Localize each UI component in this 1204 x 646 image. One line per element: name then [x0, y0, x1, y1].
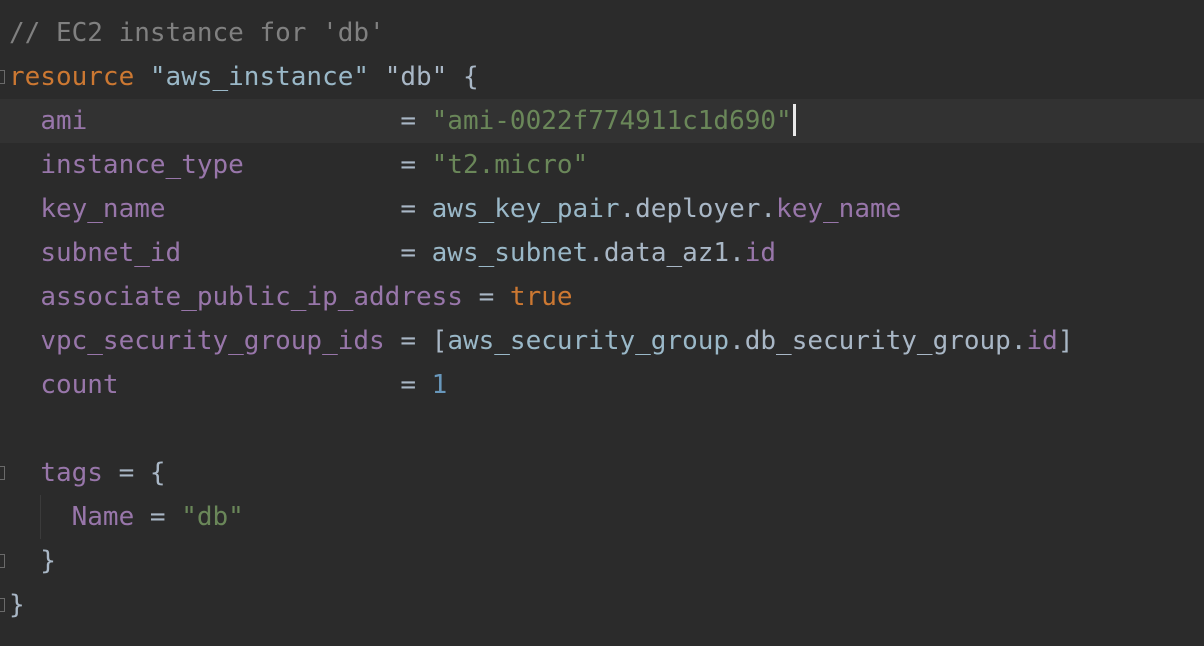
- code-token: id: [744, 238, 777, 268]
- code-token: .data_az1.: [588, 238, 745, 268]
- code-token: "t2.micro": [431, 150, 589, 180]
- code-line[interactable]: associate_public_ip_address = true: [0, 275, 1204, 319]
- indent-guide: [40, 495, 41, 539]
- code-token: =: [181, 238, 432, 268]
- code-line[interactable]: instance_type = "t2.micro": [0, 143, 1204, 187]
- code-token: =: [118, 370, 432, 400]
- code-token: associate_public_ip_address: [40, 282, 463, 312]
- code-line-text: resource "aws_instance" "db" {: [9, 55, 479, 99]
- code-token: aws_security_group: [447, 326, 730, 356]
- code-token: }: [9, 590, 25, 620]
- code-token: aws_subnet: [431, 238, 589, 268]
- code-line-text: vpc_security_group_ids = [aws_security_g…: [9, 319, 1073, 363]
- code-line[interactable]: // EC2 instance for 'db': [0, 11, 1204, 55]
- code-line-text: tags = {: [9, 451, 166, 495]
- code-token: =: [87, 106, 432, 136]
- code-token: // EC2 instance for 'db': [9, 18, 385, 48]
- code-token: =: [462, 282, 510, 312]
- code-token: }: [9, 546, 56, 576]
- code-token: =: [134, 502, 182, 532]
- code-line-text: ami = "ami-0022f774911c1d690": [9, 99, 796, 143]
- code-line[interactable]: vpc_security_group_ids = [aws_security_g…: [0, 319, 1204, 363]
- code-line-text: associate_public_ip_address = true: [9, 275, 573, 319]
- code-token: .db_security_group.: [729, 326, 1027, 356]
- code-line-text: subnet_id = aws_subnet.data_az1.id: [9, 231, 776, 275]
- code-line[interactable]: }: [0, 583, 1204, 627]
- code-line[interactable]: [0, 407, 1204, 451]
- fold-marker-icon[interactable]: [0, 598, 5, 612]
- code-line-text: instance_type = "t2.micro": [9, 143, 588, 187]
- code-line[interactable]: resource "aws_instance" "db" {: [0, 55, 1204, 99]
- code-line[interactable]: tags = {: [0, 451, 1204, 495]
- fold-marker-icon[interactable]: [0, 70, 5, 84]
- code-token: Name: [71, 502, 135, 532]
- code-token: true: [509, 282, 573, 312]
- fold-marker-icon[interactable]: [0, 466, 5, 480]
- code-token: 1: [431, 370, 448, 400]
- code-line[interactable]: }: [0, 539, 1204, 583]
- code-token: =: [165, 194, 432, 224]
- code-token: "aws_instance": [149, 62, 370, 92]
- code-line[interactable]: Name = "db": [0, 495, 1204, 539]
- code-line[interactable]: count = 1: [0, 363, 1204, 407]
- code-line-text: }: [9, 539, 56, 583]
- code-line[interactable]: key_name = aws_key_pair.deployer.key_nam…: [0, 187, 1204, 231]
- code-token: instance_type: [40, 150, 244, 180]
- code-token: subnet_id: [40, 238, 182, 268]
- code-token: = {: [102, 458, 166, 488]
- code-line[interactable]: subnet_id = aws_subnet.data_az1.id: [0, 231, 1204, 275]
- code-token: vpc_security_group_ids: [40, 326, 385, 356]
- code-token: id: [1026, 326, 1058, 356]
- fold-marker-icon[interactable]: [0, 554, 5, 568]
- code-token: {: [447, 62, 479, 92]
- code-token: .deployer.: [619, 194, 777, 224]
- code-token: ami: [40, 106, 88, 136]
- code-token: "ami-0022f774911c1d690": [431, 106, 792, 136]
- code-token: =: [243, 150, 432, 180]
- code-token: "db": [384, 62, 448, 92]
- code-line-text: key_name = aws_key_pair.deployer.key_nam…: [9, 187, 901, 231]
- code-token: count: [40, 370, 119, 400]
- code-token: = [: [384, 326, 448, 356]
- code-line-text: count = 1: [9, 363, 447, 407]
- code-line-text: Name = "db": [9, 495, 244, 539]
- code-token: aws_key_pair: [431, 194, 620, 224]
- code-token: ]: [1057, 326, 1074, 356]
- code-line-text: // EC2 instance for 'db': [9, 11, 385, 55]
- code-token: tags: [40, 458, 103, 488]
- code-token: resource: [9, 62, 135, 92]
- code-token: "db": [181, 502, 244, 532]
- code-token: key_name: [40, 194, 166, 224]
- text-caret: [792, 103, 796, 136]
- code-line[interactable]: ami = "ami-0022f774911c1d690": [0, 99, 1204, 143]
- code-editor[interactable]: // EC2 instance for 'db' resource "aws_in…: [0, 0, 1204, 646]
- code-token: key_name: [776, 194, 902, 224]
- code-line-text: }: [9, 583, 25, 627]
